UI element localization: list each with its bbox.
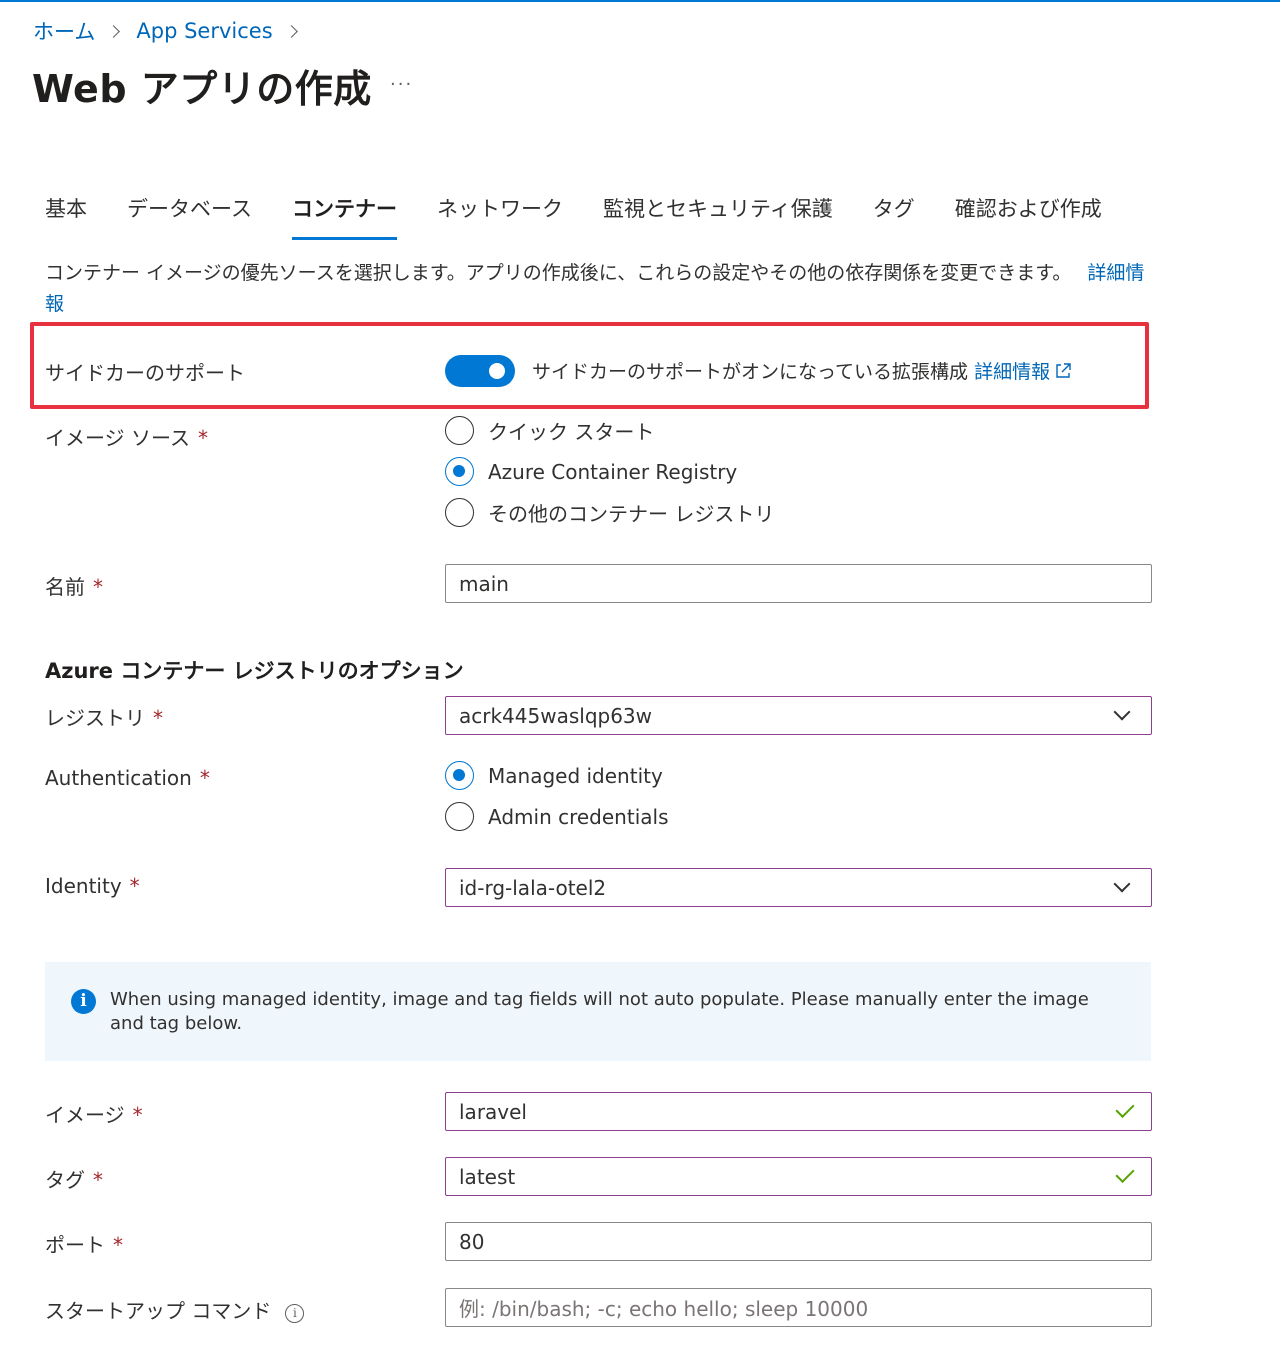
required-asterisk: *	[93, 575, 103, 599]
required-asterisk: *	[199, 766, 210, 790]
registry-label-text: レジストリ	[45, 706, 145, 730]
identity-label-text: Identity	[45, 874, 122, 898]
tag-input-value: latest	[459, 1164, 516, 1189]
image-input[interactable]: laravel	[445, 1092, 1152, 1131]
breadcrumb-home-link[interactable]: ホーム	[33, 16, 95, 46]
breadcrumb-app-services-link[interactable]: App Services	[136, 19, 272, 43]
sidecar-toggle-text: サイドカーのサポートがオンになっている拡張構成	[532, 361, 969, 383]
radio-circle	[445, 802, 474, 831]
radio-quick-start[interactable]: クイック スタート	[445, 416, 654, 445]
tab-review-create[interactable]: 確認および作成	[955, 194, 1102, 240]
registry-dropdown-value: acrk445waslqp63w	[459, 703, 653, 728]
image-label-text: イメージ	[45, 1103, 125, 1127]
authentication-label: Authentication *	[45, 766, 210, 790]
tag-input[interactable]: latest	[445, 1157, 1152, 1196]
sidecar-label: サイドカーのサポート	[45, 357, 245, 386]
sidecar-toggle[interactable]	[445, 355, 515, 387]
port-input-value: 80	[459, 1229, 485, 1254]
sidecar-learn-more-link[interactable]: 詳細情報	[974, 361, 1072, 383]
required-asterisk: *	[129, 874, 140, 898]
image-input-value: laravel	[459, 1099, 527, 1124]
sidecar-learn-more-text: 詳細情報	[974, 361, 1051, 383]
radio-circle	[445, 416, 474, 445]
startup-command-placeholder: 例: /bin/bash; -c; echo hello; sleep 1000…	[459, 1297, 869, 1321]
image-source-label: イメージ ソース *	[45, 422, 208, 451]
sidecar-label-text: サイドカーのサポート	[45, 361, 245, 385]
radio-circle	[445, 761, 474, 790]
tab-database[interactable]: データベース	[127, 194, 252, 240]
tab-networking[interactable]: ネットワーク	[437, 194, 563, 240]
required-asterisk: *	[197, 426, 208, 450]
identity-dropdown-value: id-rg-lala-otel2	[459, 875, 607, 900]
sidecar-toggle-description: サイドカーのサポートがオンになっている拡張構成 詳細情報	[532, 357, 1072, 384]
name-input[interactable]: main	[445, 564, 1152, 603]
radio-acr-label: Azure Container Registry	[488, 459, 738, 484]
tag-label-text: タグ	[45, 1168, 85, 1192]
page-title: Web アプリの作成	[32, 67, 372, 111]
description: コンテナー イメージの優先ソースを選択します。アプリの作成後に、これらの設定やそ…	[45, 258, 1145, 320]
registry-label: レジストリ *	[45, 702, 163, 731]
image-label: イメージ *	[45, 1099, 143, 1128]
breadcrumb: ホーム App Services	[33, 16, 314, 46]
radio-admin-credentials[interactable]: Admin credentials	[445, 802, 669, 831]
chevron-down-icon	[1113, 875, 1131, 893]
name-label-text: 名前	[45, 575, 85, 599]
port-label: ポート *	[45, 1229, 123, 1258]
radio-managed-identity[interactable]: Managed identity	[445, 761, 663, 790]
radio-managed-identity-label: Managed identity	[488, 763, 663, 788]
external-link-icon	[1056, 363, 1071, 378]
info-icon[interactable]: i	[285, 1304, 305, 1323]
required-asterisk: *	[132, 1103, 143, 1127]
breadcrumb-chevron-icon	[284, 24, 298, 38]
authentication-label-text: Authentication	[45, 766, 192, 790]
name-input-value: main	[459, 571, 509, 596]
required-asterisk: *	[113, 1233, 123, 1257]
port-input[interactable]: 80	[445, 1222, 1152, 1261]
tab-basics[interactable]: 基本	[45, 194, 87, 240]
chevron-down-icon	[1113, 703, 1131, 721]
more-options-button[interactable]: ···	[390, 74, 413, 95]
image-source-label-text: イメージ ソース	[45, 426, 190, 450]
required-asterisk: *	[153, 706, 163, 730]
registry-dropdown[interactable]: acrk445waslqp63w	[445, 696, 1152, 735]
radio-circle	[445, 498, 474, 527]
radio-other-registry-label: その他のコンテナー レジストリ	[488, 502, 775, 526]
tab-monitoring-security[interactable]: 監視とセキュリティ保護	[603, 194, 833, 240]
radio-azure-container-registry[interactable]: Azure Container Registry	[445, 457, 737, 486]
port-label-text: ポート	[45, 1233, 105, 1257]
identity-dropdown[interactable]: id-rg-lala-otel2	[445, 868, 1152, 907]
radio-other-registry[interactable]: その他のコンテナー レジストリ	[445, 498, 774, 527]
tab-bar: 基本 データベース コンテナー ネットワーク 監視とセキュリティ保護 タグ 確認…	[45, 194, 1142, 240]
toggle-knob	[489, 363, 505, 379]
tab-container[interactable]: コンテナー	[291, 194, 397, 240]
top-accent-line	[0, 0, 1280, 2]
info-icon: i	[71, 989, 96, 1014]
required-asterisk: *	[93, 1168, 103, 1192]
startup-command-input[interactable]: 例: /bin/bash; -c; echo hello; sleep 1000…	[445, 1288, 1152, 1327]
name-label: 名前 *	[45, 571, 103, 600]
info-banner: i When using managed identity, image and…	[45, 962, 1151, 1061]
tag-label: タグ *	[45, 1164, 103, 1193]
startup-command-label: スタートアップ コマンド i	[45, 1295, 305, 1324]
radio-quick-start-label: クイック スタート	[488, 420, 655, 444]
acr-options-heading: Azure コンテナー レジストリのオプション	[45, 659, 464, 683]
breadcrumb-chevron-icon	[107, 24, 121, 38]
tab-tags[interactable]: タグ	[873, 194, 915, 240]
radio-circle	[445, 457, 474, 486]
identity-label: Identity *	[45, 874, 140, 898]
info-banner-text: When using managed identity, image and t…	[110, 989, 1089, 1034]
radio-admin-credentials-label: Admin credentials	[488, 804, 669, 829]
startup-command-label-text: スタートアップ コマンド	[45, 1299, 272, 1323]
description-text: コンテナー イメージの優先ソースを選択します。アプリの作成後に、これらの設定やそ…	[45, 262, 1072, 284]
